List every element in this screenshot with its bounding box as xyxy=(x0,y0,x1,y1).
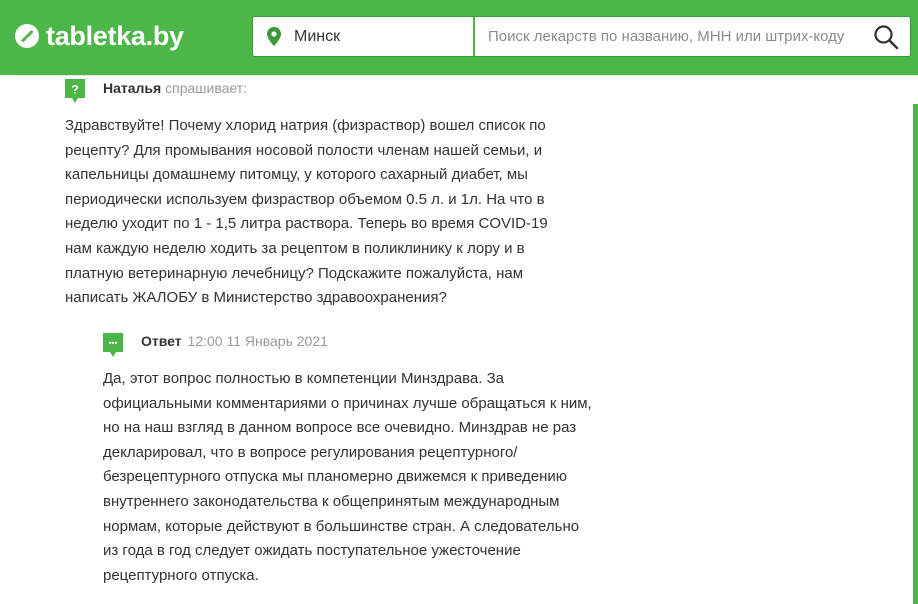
question-line: капельницы домашнему питомцу, у которого… xyxy=(65,166,528,184)
question-line: платную ветеринарную лечебницу? Подскажи… xyxy=(65,264,524,282)
answer-line: безрецептурного отпуска мы планомерно дв… xyxy=(103,468,567,486)
answer-line: официальными комментариями о причинах лу… xyxy=(103,394,592,412)
city-label: Минск xyxy=(294,27,341,45)
question-line: написать ЖАЛОБУ в Министерство здравоохр… xyxy=(65,289,447,307)
question-line: Здравствуйте! Почему хлорид натрия (физр… xyxy=(65,117,546,134)
answer-label: Ответ xyxy=(141,333,182,349)
answer-text: Да, этот вопрос полностью в компетенции … xyxy=(103,367,613,588)
question-text: Здравствуйте! Почему хлорид натрия (физр… xyxy=(65,114,565,311)
answer-line: Да, этот вопрос полностью в компетенции … xyxy=(103,370,505,387)
question-author: Наталья xyxy=(103,80,162,96)
answer-header: Ответ 12:00 11 Январь 2021 xyxy=(141,332,328,350)
search-icon xyxy=(874,24,899,49)
svg-text:?: ? xyxy=(71,83,78,97)
site-header: tabletka.by Минск xyxy=(0,0,918,75)
question-line: нам каждую неделю ходить за рецептом в п… xyxy=(65,239,525,257)
city-selector[interactable]: Минск xyxy=(253,17,475,56)
search-input[interactable] xyxy=(475,17,862,56)
question-line: неделю уходит по 1 - 1,5 литра раствора.… xyxy=(65,215,548,233)
sidebar-accent-bar xyxy=(913,104,918,604)
content-divider xyxy=(15,75,918,76)
question-line: рецепту? Для промывания носовой полости … xyxy=(65,141,543,159)
answer-icon: ••• xyxy=(103,333,123,357)
answer-line: внутреннего законодательства к общеприня… xyxy=(103,492,560,510)
answer-line: рецептурного отпуска. xyxy=(103,566,259,584)
question-action: спрашивает: xyxy=(165,80,248,96)
site-logo[interactable]: tabletka.by xyxy=(14,19,184,53)
answer-line: нормам, которые действуют в большинстве … xyxy=(103,517,580,535)
logo-text: tabletka.by xyxy=(46,21,184,51)
answer-datetime: 12:00 11 Январь 2021 xyxy=(187,333,328,349)
search-bar: Минск xyxy=(252,16,911,57)
answer-line: но на наш взгляд в данном вопросе все оч… xyxy=(103,419,577,437)
question-author-line: Наталья спрашивает: xyxy=(103,79,247,97)
answer-line: декларировал, что в вопросе регулировани… xyxy=(103,443,518,461)
pill-logo-icon xyxy=(15,24,39,48)
question-icon: ? xyxy=(65,79,85,103)
svg-text:•••: ••• xyxy=(109,339,118,348)
question-line: периодически используем физраствор объем… xyxy=(65,190,545,208)
search-button[interactable] xyxy=(862,17,910,56)
location-pin-icon xyxy=(267,27,281,46)
answer-line: из года в год следует ожидать поступател… xyxy=(103,542,521,560)
